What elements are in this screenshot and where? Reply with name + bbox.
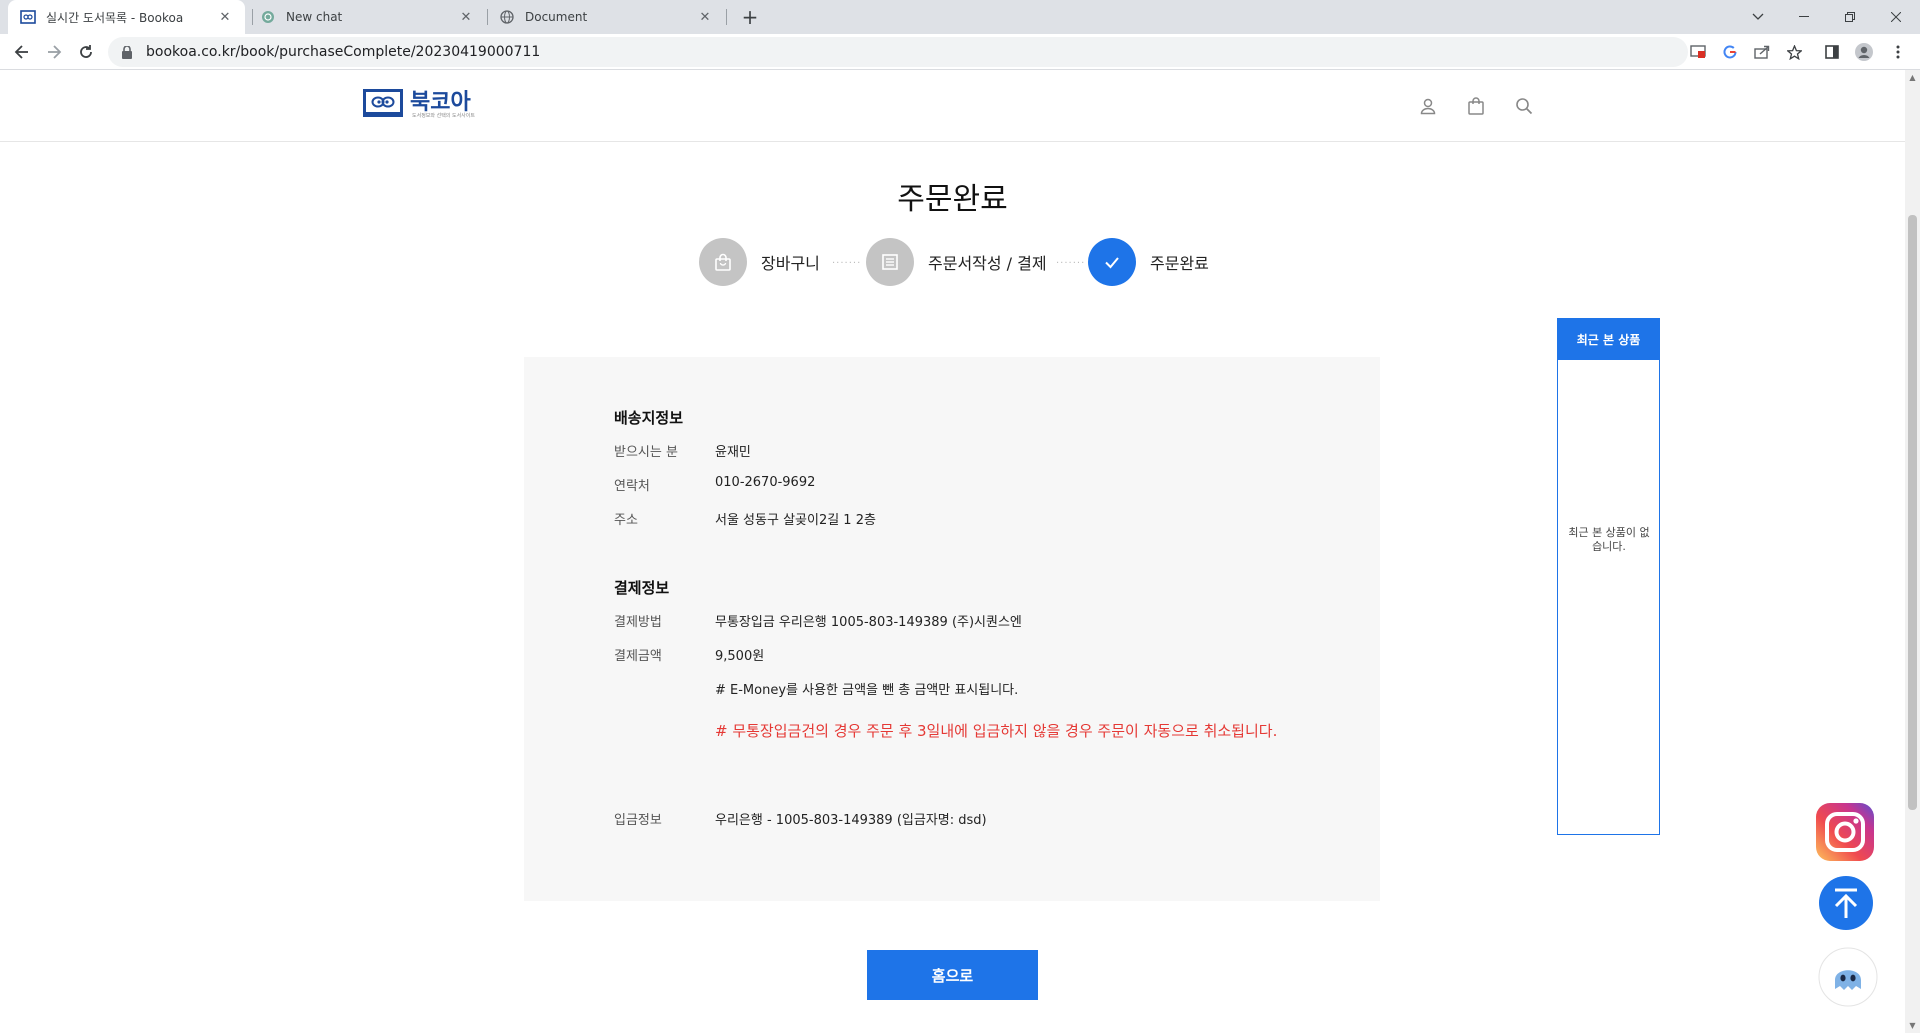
step-label: 주문서작성 / 결제: [928, 254, 1047, 273]
payment-method-value: 무통장입금 우리은행 1005-803-149389 (주)시퀀스엔: [715, 615, 1022, 630]
order-info-box: 배송지정보 받으시는 분 윤재민 연락처 010-2670-9692 주소 서울…: [524, 357, 1380, 901]
chatbot-icon[interactable]: [1818, 947, 1878, 1007]
scrollbar-thumb[interactable]: [1908, 215, 1917, 810]
recently-viewed-title: 최근 본 상품: [1558, 319, 1659, 360]
tab-title: Document: [525, 10, 588, 24]
side-panel-icon[interactable]: [1822, 42, 1842, 62]
tab-close-icon[interactable]: ✕: [697, 10, 713, 25]
phone-value: 010-2670-9692: [715, 475, 816, 490]
cast-icon[interactable]: [1688, 42, 1708, 62]
page-viewport: 북코아 도서정보와 선택의 도서사이트 주문완료 장바구니 ······· 주문…: [0, 70, 1905, 1033]
shopping-bag-icon: [699, 238, 747, 286]
bookoa-favicon-icon: [20, 9, 36, 25]
address-bar[interactable]: bookoa.co.kr/book/purchaseComplete/20230…: [108, 37, 1688, 67]
tab-search-icon[interactable]: [1735, 0, 1781, 34]
minimize-icon[interactable]: [1781, 0, 1827, 34]
book-logo-icon: [363, 89, 403, 117]
step-label: 주문완료: [1150, 254, 1209, 273]
share-icon[interactable]: [1752, 42, 1772, 62]
window-close-icon[interactable]: [1873, 0, 1919, 34]
browser-tab-document[interactable]: Document ✕: [487, 0, 725, 34]
payment-amount-label: 결제금액: [614, 649, 662, 664]
instagram-icon[interactable]: [1815, 802, 1875, 862]
browser-tab-bar: 실시간 도서목록 - Bookoa ✕ New chat ✕ Document …: [0, 0, 1920, 34]
logo-text: 북코아: [410, 90, 471, 115]
google-icon[interactable]: [1720, 42, 1740, 62]
tab-title: 실시간 도서목록 - Bookoa: [46, 10, 184, 25]
lock-icon: [122, 45, 136, 59]
site-header: 북코아 도서정보와 선택의 도서사이트: [0, 70, 1905, 142]
step-cart: 장바구니: [699, 238, 820, 286]
page-title: 주문완료: [897, 182, 1008, 217]
cart-icon[interactable]: [1464, 94, 1488, 118]
deposit-info-label: 입금정보: [614, 813, 662, 828]
step-separator: ·······: [1056, 258, 1086, 269]
deposit-info-value: 우리은행 - 1005-803-149389 (입금자명: dsd): [715, 813, 987, 828]
globe-icon: [499, 9, 515, 25]
reload-icon[interactable]: [72, 38, 100, 66]
page-scrollbar[interactable]: ▲ ▼: [1905, 70, 1920, 1033]
browser-tab-bookoa[interactable]: 실시간 도서목록 - Bookoa ✕: [8, 0, 245, 34]
recipient-label: 받으시는 분: [614, 445, 678, 460]
auto-cancel-notice: # 무통장입금건의 경우 주문 후 3일내에 입금하지 않을 경우 주문이 자동…: [715, 722, 1278, 740]
tab-divider: [726, 9, 727, 25]
recipient-value: 윤재민: [715, 445, 751, 460]
step-order-complete: 주문완료: [1088, 238, 1209, 286]
recently-viewed-empty: 최근 본 상품이 없습니다.: [1568, 526, 1650, 553]
browser-toolbar: bookoa.co.kr/book/purchaseComplete/20230…: [0, 34, 1920, 70]
new-tab-button[interactable]: +: [736, 3, 764, 31]
payment-amount-value: 9,500원: [715, 649, 765, 664]
restore-icon[interactable]: [1827, 0, 1873, 34]
home-button[interactable]: 홈으로: [867, 950, 1038, 1000]
forward-arrow-icon[interactable]: [40, 38, 68, 66]
bookoa-logo[interactable]: 북코아 도서정보와 선택의 도서사이트: [362, 87, 475, 119]
step-order-payment: 주문서작성 / 결제: [866, 238, 1047, 286]
phone-label: 연락처: [614, 479, 650, 494]
step-label: 장바구니: [761, 254, 820, 273]
scroll-down-arrow-icon[interactable]: ▼: [1905, 1018, 1920, 1033]
shipping-section-title: 배송지정보: [614, 409, 684, 427]
address-value: 서울 성동구 살곶이2길 1 2층: [715, 513, 876, 528]
logo-tagline: 도서정보와 선택의 도서사이트: [412, 113, 475, 119]
tab-close-icon[interactable]: ✕: [217, 10, 233, 25]
scroll-to-top-icon[interactable]: [1818, 875, 1874, 931]
back-arrow-icon[interactable]: [8, 38, 36, 66]
payment-method-label: 결제방법: [614, 615, 662, 630]
profile-avatar-icon[interactable]: [1854, 42, 1874, 62]
address-label: 주소: [614, 513, 638, 528]
url-text: bookoa.co.kr/book/purchaseComplete/20230…: [146, 44, 541, 60]
browser-tab-new-chat[interactable]: New chat ✕: [248, 0, 486, 34]
tab-title: New chat: [286, 10, 343, 24]
menu-kebab-icon[interactable]: [1888, 42, 1908, 62]
chatgpt-favicon-icon: [260, 9, 276, 25]
payment-section-title: 결제정보: [614, 579, 670, 597]
recently-viewed-panel: 최근 본 상품 최근 본 상품이 없습니다.: [1557, 318, 1660, 835]
search-icon[interactable]: [1512, 94, 1536, 118]
check-icon: [1088, 238, 1136, 286]
bookmark-star-icon[interactable]: [1784, 42, 1804, 62]
tab-close-icon[interactable]: ✕: [458, 10, 474, 25]
user-icon[interactable]: [1416, 94, 1440, 118]
emoney-note: # E-Money를 사용한 금액을 뺀 총 금액만 표시됩니다.: [715, 683, 1019, 698]
step-separator: ·······: [832, 258, 862, 269]
document-icon: [866, 238, 914, 286]
scroll-up-arrow-icon[interactable]: ▲: [1905, 70, 1920, 85]
